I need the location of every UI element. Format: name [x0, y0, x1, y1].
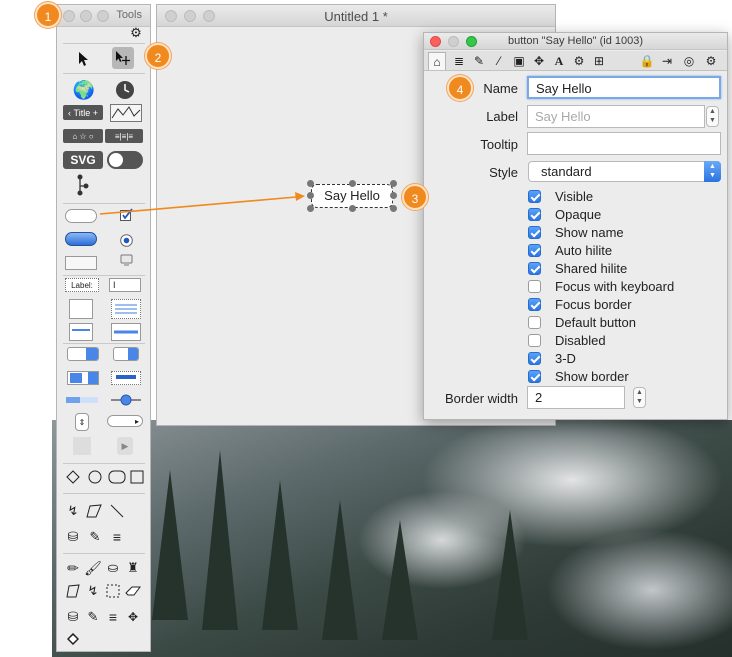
style-label: Style	[489, 165, 518, 180]
checkbox-icon[interactable]	[528, 333, 541, 347]
image-icon[interactable]: ▣	[510, 52, 528, 70]
label-label: Label	[486, 109, 518, 124]
checkbox-icon[interactable]	[528, 297, 541, 311]
checkbox-label: Shared hilite	[555, 260, 628, 276]
screen: Tools ⚙ 🌍 ‹ Title + ⌂ ☆ ○ ≡|≡|≡ SVG Labe…	[0, 0, 732, 657]
checkbox-icon[interactable]	[528, 279, 541, 293]
checkbox-label: Focus with keyboard	[555, 278, 675, 294]
style-select[interactable]: standard ▲ ▼	[528, 161, 721, 182]
inspector-tab-bar: ⌂ ≣ ✎ ⁄ ▣ ✥ A ⚙ ⊞ 🔒 ⇥ ◎ ⚙	[424, 51, 727, 71]
checkbox-3d[interactable]: 3-D	[528, 349, 576, 367]
label-stepper[interactable]: ▲ ▼	[706, 106, 719, 127]
checkbox-label: Auto hilite	[555, 242, 613, 258]
arrows-icon[interactable]: ✥	[530, 52, 548, 70]
checkbox-icon[interactable]	[528, 351, 541, 365]
chevron-updown-icon: ▲ ▼	[704, 161, 721, 182]
callout-3: 3	[402, 184, 428, 210]
checkbox-label: Disabled	[555, 332, 606, 348]
database-icon[interactable]: ≣	[450, 52, 468, 70]
checkbox-show-name[interactable]: Show name	[528, 223, 624, 241]
checkbox-label: Show name	[555, 224, 624, 240]
checkbox-icon[interactable]	[528, 243, 541, 257]
inspector-titlebar: button "Say Hello" (id 1003)	[424, 33, 727, 50]
checkbox-focus-border[interactable]: Focus border	[528, 295, 632, 313]
checkbox-shared-hilite[interactable]: Shared hilite	[528, 259, 627, 277]
checkbox-label: Focus border	[555, 296, 632, 312]
border-width-field[interactable]: 2	[527, 386, 625, 409]
checkbox-icon[interactable]	[528, 369, 541, 383]
name-label: Name	[483, 81, 518, 96]
pencil-icon[interactable]: ✎	[470, 52, 488, 70]
checkbox-disabled[interactable]: Disabled	[528, 331, 606, 349]
wand-icon[interactable]: ⁄	[490, 52, 508, 70]
checkbox-default-button[interactable]: Default button	[528, 313, 636, 331]
checkbox-label: 3-D	[555, 350, 576, 366]
export-icon[interactable]: ⇥	[658, 52, 676, 70]
border-width-stepper[interactable]: ▲ ▼	[633, 387, 646, 408]
lock-icon[interactable]: 🔒	[638, 52, 656, 70]
name-field[interactable]: Say Hello	[527, 76, 721, 99]
target-icon[interactable]: ◎	[680, 52, 698, 70]
callout-4: 4	[447, 75, 473, 101]
callout-2: 2	[145, 43, 171, 69]
checkbox-label: Show border	[555, 368, 629, 384]
checkbox-label: Visible	[555, 188, 594, 204]
label-field[interactable]: Say Hello	[527, 105, 705, 128]
gears-icon[interactable]: ⚙	[570, 52, 588, 70]
checkbox-label: Opaque	[555, 206, 602, 222]
checkbox-icon[interactable]	[528, 261, 541, 275]
callout-1: 1	[35, 2, 61, 28]
tooltip-label: Tooltip	[480, 137, 518, 152]
checkbox-label: Default button	[555, 314, 636, 330]
layout-icon[interactable]: ⊞	[590, 52, 608, 70]
border-width-label: Border width	[445, 391, 518, 406]
checkbox-icon[interactable]	[528, 189, 541, 203]
gear-icon[interactable]: ⚙	[702, 52, 720, 70]
style-select-value: standard	[541, 164, 592, 179]
tooltip-field[interactable]	[527, 132, 721, 155]
checkbox-focus-with-keyboard[interactable]: Focus with keyboard	[528, 277, 674, 295]
checkbox-opaque[interactable]: Opaque	[528, 205, 601, 223]
checkbox-auto-hilite[interactable]: Auto hilite	[528, 241, 612, 259]
text-icon[interactable]: A	[550, 52, 568, 70]
checkbox-show-border[interactable]: Show border	[528, 367, 629, 385]
checkbox-visible[interactable]: Visible	[528, 187, 593, 205]
home-icon[interactable]: ⌂	[428, 52, 446, 70]
checkbox-icon[interactable]	[528, 225, 541, 239]
inspector-title: button "Say Hello" (id 1003)	[508, 35, 643, 47]
checkbox-icon[interactable]	[528, 315, 541, 329]
checkbox-icon[interactable]	[528, 207, 541, 221]
